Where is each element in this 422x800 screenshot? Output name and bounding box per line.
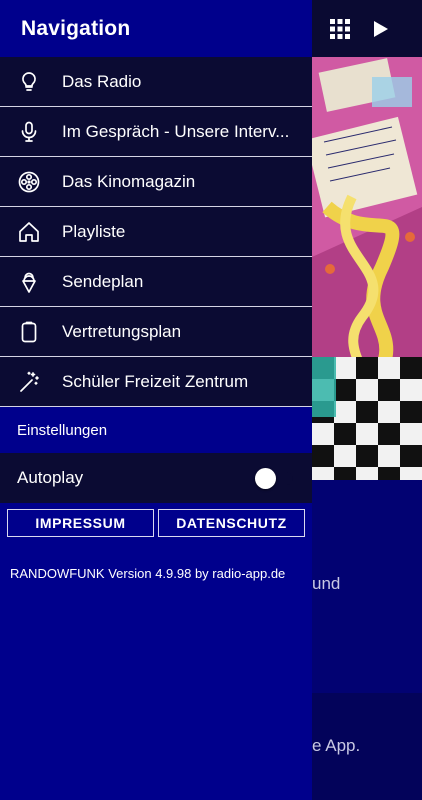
drawer-header: Navigation <box>0 0 312 57</box>
magic-wand-icon <box>0 357 62 407</box>
nav-item-im-gespraech[interactable]: Im Gespräch - Unsere Interv... <box>0 107 312 157</box>
ice-cream-icon <box>0 257 62 307</box>
toggle-thumb <box>255 468 276 489</box>
navigation-drawer: Navigation Das Radio Im Gespräch - Unser… <box>0 0 312 800</box>
station-artwork <box>312 57 422 480</box>
footer-text: e App. <box>312 736 361 755</box>
station-description: und <box>312 574 341 593</box>
nav-item-label: Vertretungsplan <box>62 321 182 341</box>
datenschutz-button[interactable]: DATENSCHUTZ <box>158 509 305 537</box>
autoplay-toggle[interactable] <box>255 467 295 489</box>
lightbulb-icon <box>0 57 62 107</box>
home-icon <box>0 207 62 257</box>
app-toolbar <box>312 0 422 57</box>
nav-item-freizeit-zentrum[interactable]: Schüler Freizeit Zentrum <box>0 357 312 407</box>
nav-item-das-radio[interactable]: Das Radio <box>0 57 312 107</box>
nav-item-label: Im Gespräch - Unsere Interv... <box>62 121 290 141</box>
nav-item-sendeplan[interactable]: Sendeplan <box>0 257 312 307</box>
nav-item-playliste[interactable]: Playliste <box>0 207 312 257</box>
nav-item-label: Das Radio <box>62 71 142 91</box>
play-icon[interactable] <box>372 19 390 39</box>
autoplay-label: Autoplay <box>17 468 84 487</box>
drawer-title: Navigation <box>21 16 131 40</box>
nav-list: Das Radio Im Gespräch - Unsere Interv... <box>0 57 312 407</box>
clipboard-icon <box>0 307 62 357</box>
nav-item-label: Das Kinomagazin <box>62 171 196 191</box>
nav-item-label: Schüler Freizeit Zentrum <box>62 371 249 391</box>
nav-item-kinomagazin[interactable]: Das Kinomagazin <box>0 157 312 207</box>
microphone-icon <box>0 107 62 157</box>
impressum-button[interactable]: IMPRESSUM <box>7 509 154 537</box>
nav-item-label: Playliste <box>62 221 126 241</box>
version-info: RANDOWFUNK Version 4.9.98 by radio-app.d… <box>10 566 286 581</box>
autoplay-setting: Autoplay <box>0 453 312 503</box>
nav-item-label: Sendeplan <box>62 271 144 291</box>
film-reel-icon <box>0 157 62 207</box>
grid-icon[interactable] <box>330 19 350 39</box>
legal-buttons: IMPRESSUM DATENSCHUTZ <box>0 503 312 537</box>
nav-item-vertretungsplan[interactable]: Vertretungsplan <box>0 307 312 357</box>
artwork-drawing <box>312 57 422 480</box>
settings-section-header: Einstellungen <box>0 407 312 453</box>
